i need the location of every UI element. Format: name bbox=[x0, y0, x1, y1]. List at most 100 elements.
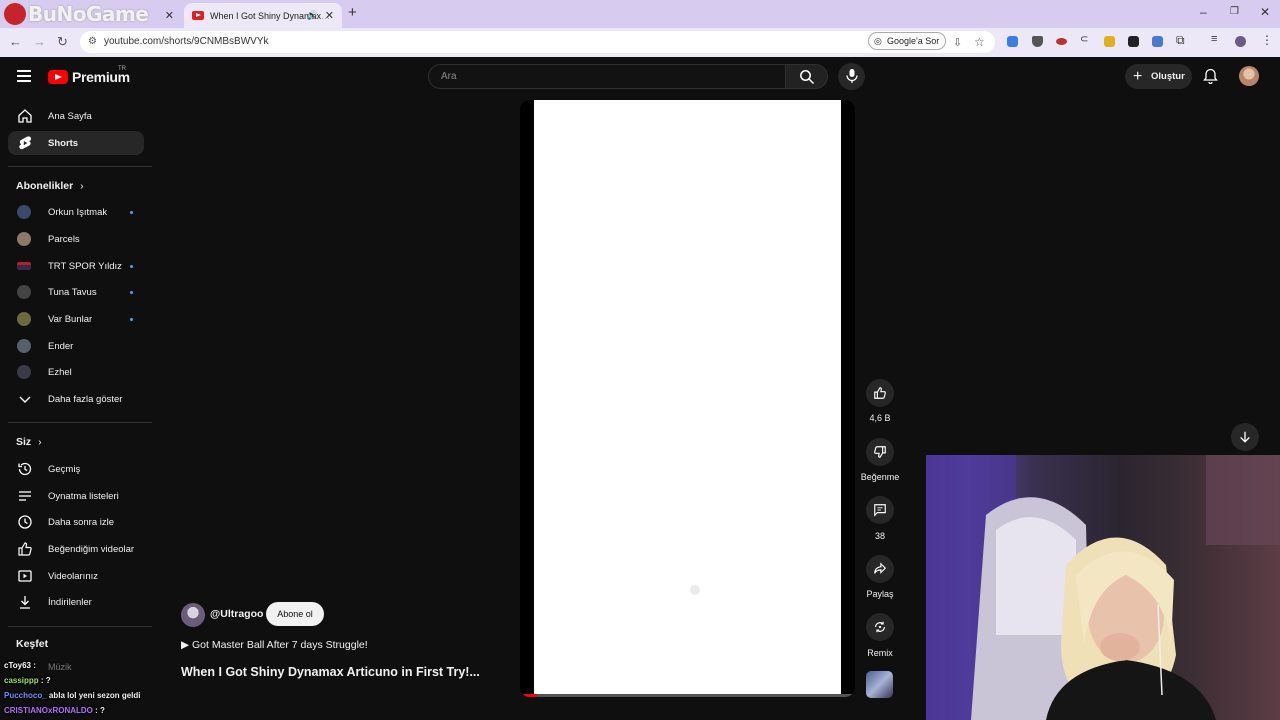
address-toolbar: ← → ↻ ⚙ youtube.com/shorts/9CNMBsBWVYk G… bbox=[0, 28, 1280, 57]
like-button[interactable] bbox=[866, 379, 894, 407]
shield-extension-icon[interactable] bbox=[1032, 36, 1043, 47]
subscription-item[interactable]: Ezhel bbox=[8, 360, 144, 384]
forward-icon[interactable]: → bbox=[33, 34, 46, 49]
close-window-icon[interactable]: ✕ bbox=[1260, 5, 1270, 19]
google-lens-button[interactable]: Google'a Sor bbox=[868, 32, 947, 50]
short-title[interactable]: When I Got Shiny Dynamax Articuno in Fir… bbox=[181, 665, 480, 679]
chat-message: cToy63 : bbox=[4, 661, 36, 670]
sound-thumbnail[interactable] bbox=[866, 671, 893, 698]
download-icon bbox=[20, 596, 30, 609]
close-tab-icon[interactable]: ✕ bbox=[165, 9, 174, 22]
like-count: 4,6 B bbox=[869, 413, 891, 423]
arrow-down-icon bbox=[1240, 431, 1250, 443]
sidebar-divider bbox=[8, 626, 152, 627]
media-control-icon[interactable]: ≡ bbox=[1211, 33, 1222, 45]
dislike-button[interactable] bbox=[866, 438, 894, 466]
site-info-icon[interactable]: ⚙ bbox=[88, 31, 97, 53]
channel-name[interactable]: @Ultragoo bbox=[210, 608, 263, 620]
notifications-bell-icon[interactable] bbox=[1203, 68, 1218, 84]
subscribe-button[interactable]: Abone ol bbox=[266, 602, 324, 626]
webcam-image bbox=[926, 455, 1280, 720]
progress-fill bbox=[520, 694, 537, 697]
sidebar-item-liked-videos[interactable]: Beğendiğim videolar bbox=[8, 537, 144, 561]
subscription-item[interactable]: Tuna Tavus bbox=[8, 280, 144, 304]
profile-icon[interactable] bbox=[1235, 36, 1246, 47]
create-button[interactable]: + Oluştur bbox=[1125, 64, 1192, 89]
new-tab-icon[interactable]: + bbox=[348, 4, 357, 21]
explore-header: Keşfet bbox=[16, 638, 49, 650]
lips-extension-icon[interactable] bbox=[1056, 38, 1067, 45]
sidebar-item-downloads[interactable]: İndirilenler bbox=[8, 590, 144, 614]
next-short-button[interactable] bbox=[1231, 423, 1259, 451]
install-icon[interactable]: ⇩ bbox=[953, 36, 962, 49]
maximize-icon[interactable]: ❐ bbox=[1230, 6, 1239, 17]
channel-avatar[interactable] bbox=[181, 603, 205, 627]
share-button[interactable] bbox=[866, 555, 894, 583]
thumbs-up-icon bbox=[874, 387, 886, 399]
subscription-item[interactable]: TRT SPOR Yıldız bbox=[8, 254, 144, 278]
channel-avatar bbox=[17, 285, 31, 299]
channel-avatar bbox=[17, 205, 31, 219]
history-icon bbox=[18, 462, 32, 476]
youtube-premium-logo[interactable]: Premium TR bbox=[48, 66, 130, 85]
show-more-button[interactable]: Daha fazla göster bbox=[8, 387, 144, 411]
sidebar-item-your-videos[interactable]: Videolarınız bbox=[8, 564, 144, 588]
sidebar-item-home[interactable]: Ana Sayfa bbox=[8, 104, 144, 128]
search-button[interactable] bbox=[786, 64, 828, 89]
streamer-webcam bbox=[926, 455, 1280, 720]
menu-icon[interactable] bbox=[17, 70, 31, 82]
like-icon bbox=[18, 542, 32, 556]
shorts-icon bbox=[19, 136, 32, 150]
you-header[interactable]: Siz › bbox=[16, 436, 42, 448]
thumbs-down-icon bbox=[874, 446, 886, 458]
translate-extension-icon[interactable] bbox=[1007, 36, 1018, 47]
video-frame[interactable] bbox=[534, 100, 841, 697]
home-icon bbox=[18, 109, 32, 123]
chat-message: Pucchoco_ abla lol yeni sezon geldi bbox=[4, 691, 141, 700]
share-label: Paylaş bbox=[866, 589, 894, 599]
speaker-icon[interactable]: 🔊 bbox=[307, 10, 318, 21]
voice-search-button[interactable] bbox=[838, 63, 865, 90]
minimize-icon[interactable]: – bbox=[1200, 5, 1207, 19]
url-bar[interactable]: ⚙ youtube.com/shorts/9CNMBsBWVYk bbox=[80, 31, 995, 53]
remix-icon bbox=[875, 621, 885, 633]
extension-icon[interactable]: ⊂ bbox=[1080, 34, 1091, 45]
sidebar-item-history[interactable]: Geçmiş bbox=[8, 457, 144, 481]
honey-extension-icon[interactable] bbox=[1104, 36, 1115, 47]
sidebar-item-watch-later[interactable]: Daha sonra izle bbox=[8, 510, 144, 534]
short-description[interactable]: ▶ Got Master Ball After 7 days Struggle! bbox=[181, 639, 368, 651]
url-text: youtube.com/shorts/9CNMBsBWVYk bbox=[104, 36, 269, 47]
video-icon bbox=[18, 570, 32, 582]
loading-spinner bbox=[690, 585, 700, 595]
subscription-item[interactable]: Orkun Işıtmak bbox=[8, 200, 144, 224]
sidebar-item-playlists[interactable]: Oynatma listeleri bbox=[8, 484, 144, 508]
tab-manager-extension-icon[interactable] bbox=[1152, 36, 1163, 47]
chevron-right-icon: › bbox=[80, 180, 84, 192]
subscription-item[interactable]: Ender bbox=[8, 334, 144, 358]
stream-chat: cToy63 : cassippp : ? Pucchoco_ abla lol… bbox=[0, 658, 160, 718]
back-icon[interactable]: ← bbox=[9, 34, 22, 49]
browser-menu-icon[interactable]: ⋮ bbox=[1261, 33, 1273, 47]
progress-bar[interactable] bbox=[520, 694, 855, 697]
chevron-right-icon: › bbox=[38, 436, 42, 448]
shorts-player[interactable] bbox=[520, 100, 855, 697]
search-input[interactable]: Ara bbox=[428, 64, 786, 89]
sidebar-item-shorts[interactable]: Shorts bbox=[8, 131, 144, 155]
channel-avatar bbox=[17, 339, 31, 353]
comments-button[interactable] bbox=[866, 496, 894, 524]
microphone-icon bbox=[846, 69, 858, 83]
reload-icon[interactable]: ↻ bbox=[57, 34, 68, 50]
subscription-item[interactable]: Var Bunlar bbox=[8, 307, 144, 331]
channel-avatar bbox=[17, 262, 31, 270]
close-tab-icon[interactable]: ✕ bbox=[325, 9, 334, 22]
account-avatar[interactable] bbox=[1239, 66, 1259, 86]
subscriptions-header[interactable]: Abonelikler › bbox=[16, 180, 84, 192]
bookmark-star-icon[interactable]: ☆ bbox=[974, 35, 985, 49]
browser-tab-active[interactable]: When I Got Shiny Dynamax… 🔊 ✕ bbox=[184, 3, 342, 28]
chevron-down-icon bbox=[19, 396, 31, 403]
qr-extension-icon[interactable] bbox=[1128, 36, 1139, 47]
subscription-item[interactable]: Parcels bbox=[8, 227, 144, 251]
remix-button[interactable] bbox=[866, 613, 894, 641]
extensions-puzzle-icon[interactable]: ⧉ bbox=[1176, 33, 1187, 47]
youtube-favicon-icon bbox=[192, 11, 204, 20]
